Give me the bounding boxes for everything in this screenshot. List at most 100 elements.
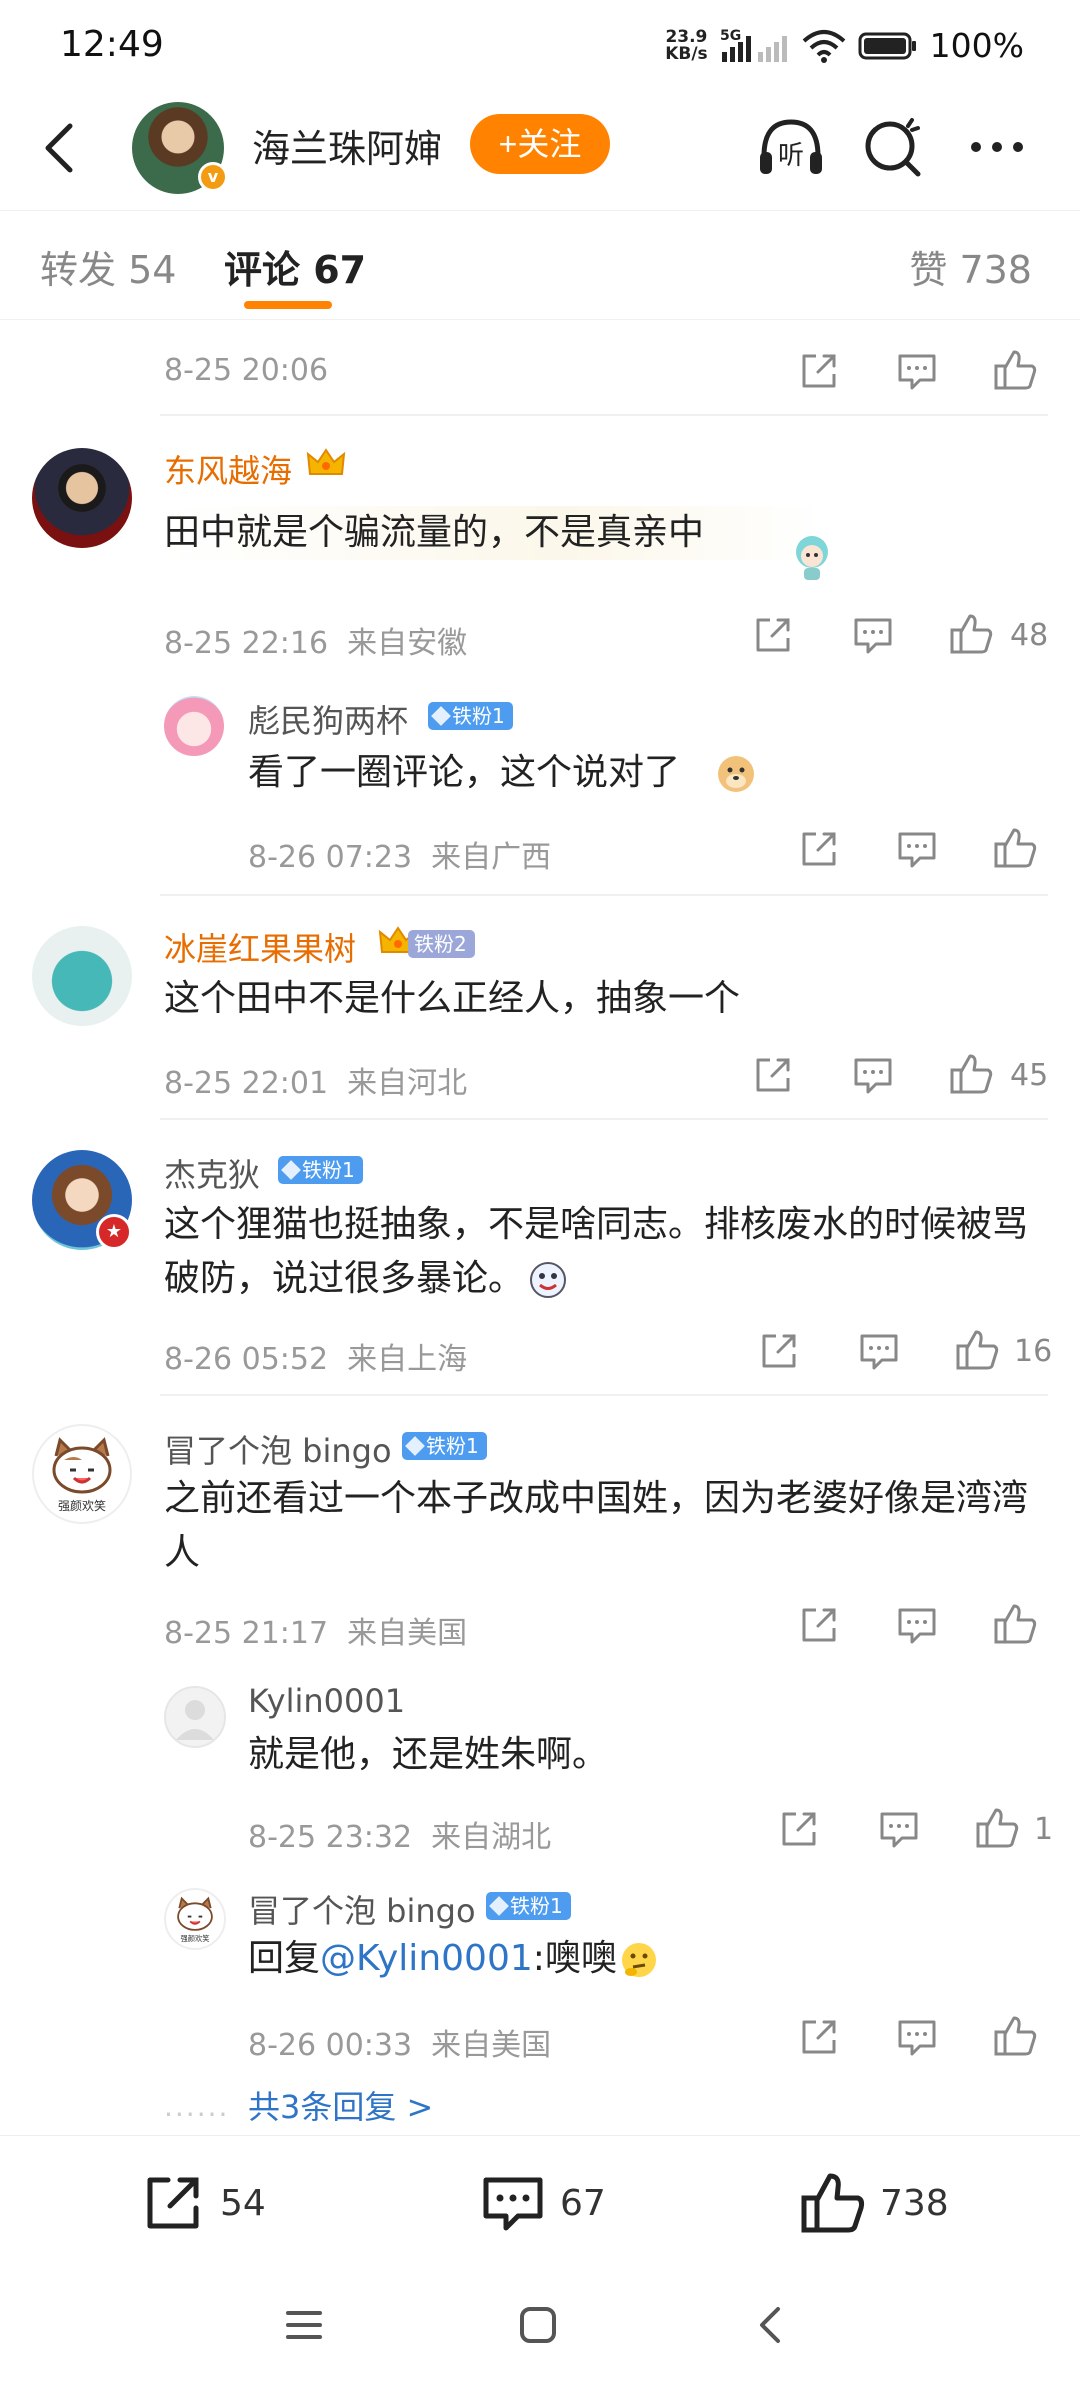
tab-comments[interactable]: 评论 67 <box>224 239 366 294</box>
laugh-emoji-icon <box>530 1262 567 1298</box>
comment-count: 67 <box>560 2182 606 2224</box>
verified-badge-icon: v <box>198 162 228 192</box>
comment-username[interactable]: 冒了个泡 bingo <box>164 1426 392 1472</box>
thinking-emoji-icon <box>621 1943 656 1977</box>
divider <box>160 1394 1048 1396</box>
tab-likes[interactable]: 赞 738 <box>909 239 1032 294</box>
comment-username[interactable]: 杰克狄 <box>164 1150 260 1196</box>
like-count: 738 <box>880 2182 949 2224</box>
fan-badge: 铁粉1 <box>486 1892 571 1920</box>
comment-text: 之前还看过一个本子改成中国姓，因为老婆好像是湾湾人 <box>164 1478 1029 1573</box>
avatar-caption: 强颜欢笑 <box>180 1934 209 1943</box>
diamond-icon <box>405 1436 425 1456</box>
like-icon[interactable] <box>992 2012 1038 2058</box>
comment-username[interactable]: 东风越海 <box>164 446 292 492</box>
like-icon[interactable] <box>948 1050 994 1096</box>
reply-text: 看了一圈评论，这个说对了 <box>248 752 681 793</box>
share-icon[interactable] <box>750 612 796 658</box>
reply-time: 8-26 00:33 来自美国 <box>248 2028 552 2063</box>
fan-badge: 铁粉1 <box>278 1156 363 1184</box>
comment-icon[interactable] <box>894 1602 940 1648</box>
battery-icon <box>858 32 916 59</box>
reply-time: 8-25 23:32 来自湖北 <box>248 1820 552 1855</box>
comment-icon[interactable] <box>894 826 940 872</box>
menu-icon[interactable] <box>284 2305 324 2345</box>
comment-location: 来自安徽 <box>347 626 468 661</box>
comment-username[interactable]: 冰崖红果果树 <box>164 924 356 970</box>
comment-icon[interactable] <box>876 1806 922 1852</box>
comment-time: 8-25 21:17 来自美国 <box>164 1616 468 1651</box>
share-icon[interactable] <box>796 2014 842 2060</box>
share-icon[interactable] <box>796 348 842 394</box>
like-icon[interactable] <box>992 346 1038 392</box>
fan-badge: 铁粉1 <box>428 702 513 730</box>
listen-label: 听 <box>778 141 804 171</box>
doge-emoji-icon <box>718 756 754 792</box>
reply-avatar[interactable]: 强颜欢笑 <box>164 1888 226 1950</box>
comment-button[interactable]: 67 <box>480 2170 606 2236</box>
share-icon[interactable] <box>796 1602 842 1648</box>
flag-badge-icon: ★ <box>96 1214 132 1250</box>
comment-time: 8-25 20:06 <box>164 353 329 388</box>
reply-location: 来自湖北 <box>431 1820 552 1855</box>
follow-button[interactable]: +关注 <box>470 114 610 174</box>
repost-count: 54 <box>220 2182 266 2224</box>
like-icon[interactable] <box>948 610 994 656</box>
search-icon[interactable] <box>858 112 928 182</box>
divider <box>160 414 1048 416</box>
reply-text: 回复@Kylin0001:噢噢 <box>248 1932 659 1986</box>
reply-avatar[interactable] <box>164 1686 226 1748</box>
comment-icon[interactable] <box>850 1052 896 1098</box>
user-avatar[interactable]: 强颜欢笑 <box>32 1424 132 1524</box>
reply-username[interactable]: Kylin0001 <box>248 1682 405 1720</box>
like-icon[interactable] <box>992 824 1038 870</box>
home-icon[interactable] <box>518 2305 558 2345</box>
fan-badge: 铁粉1 <box>402 1432 487 1460</box>
reply-time: 8-26 07:23 来自广西 <box>248 840 552 875</box>
nav-back-icon[interactable] <box>750 2305 790 2345</box>
like-icon[interactable] <box>954 1326 1000 1372</box>
reply-location: 来自美国 <box>431 2028 552 2063</box>
like-count: 16 <box>1014 1334 1053 1369</box>
mention-link[interactable]: @Kylin0001 <box>320 1938 533 1979</box>
author-name[interactable]: 海兰珠阿婶 <box>252 118 442 173</box>
like-icon[interactable] <box>992 1600 1038 1646</box>
share-icon[interactable] <box>750 1052 796 1098</box>
like-icon[interactable] <box>974 1804 1020 1850</box>
back-icon[interactable] <box>36 118 84 178</box>
like-button[interactable]: 738 <box>800 2170 949 2236</box>
status-time: 12:49 <box>60 24 164 65</box>
comment-icon[interactable] <box>894 348 940 394</box>
thread-dots: ...... <box>164 2090 230 2123</box>
system-navigation-bar <box>0 2265 1080 2400</box>
comment-icon[interactable] <box>894 2014 940 2060</box>
reply-avatar[interactable] <box>164 696 224 756</box>
comment-location: 来自美国 <box>347 1616 468 1651</box>
listen-icon[interactable]: 听 <box>756 112 826 182</box>
reply-username[interactable]: 彪民狗两杯 <box>248 696 408 742</box>
tab-reposts[interactable]: 转发 54 <box>40 239 176 294</box>
fan-badge: 铁粉2 <box>408 930 475 958</box>
share-icon[interactable] <box>776 1806 822 1852</box>
more-replies-link[interactable]: 共3条回复 > <box>248 2082 433 2128</box>
user-avatar[interactable] <box>32 926 132 1026</box>
comment-time: 8-25 22:16 来自安徽 <box>164 626 468 661</box>
cat-avatar-icon: 强颜欢笑 <box>52 1437 112 1513</box>
bottom-action-bar: 54 67 738 <box>0 2135 1080 2265</box>
net-speed: 23.9 KB/s <box>665 28 707 63</box>
user-avatar[interactable] <box>32 448 132 548</box>
vip-crown-icon <box>306 448 346 475</box>
comment-icon[interactable] <box>856 1328 902 1374</box>
comment-icon[interactable] <box>850 612 896 658</box>
comment-time: 8-25 22:01 来自河北 <box>164 1066 468 1101</box>
share-icon[interactable] <box>756 1328 802 1374</box>
share-icon[interactable] <box>796 826 842 872</box>
wifi-icon <box>802 29 845 63</box>
comment-location: 来自上海 <box>347 1342 468 1377</box>
more-icon[interactable] <box>962 112 1032 182</box>
diamond-icon <box>281 1160 301 1180</box>
active-tab-indicator <box>244 301 332 309</box>
comment-location: 来自河北 <box>347 1066 468 1101</box>
repost-button[interactable]: 54 <box>140 2170 266 2236</box>
reply-username[interactable]: 冒了个泡 bingo <box>248 1886 476 1932</box>
